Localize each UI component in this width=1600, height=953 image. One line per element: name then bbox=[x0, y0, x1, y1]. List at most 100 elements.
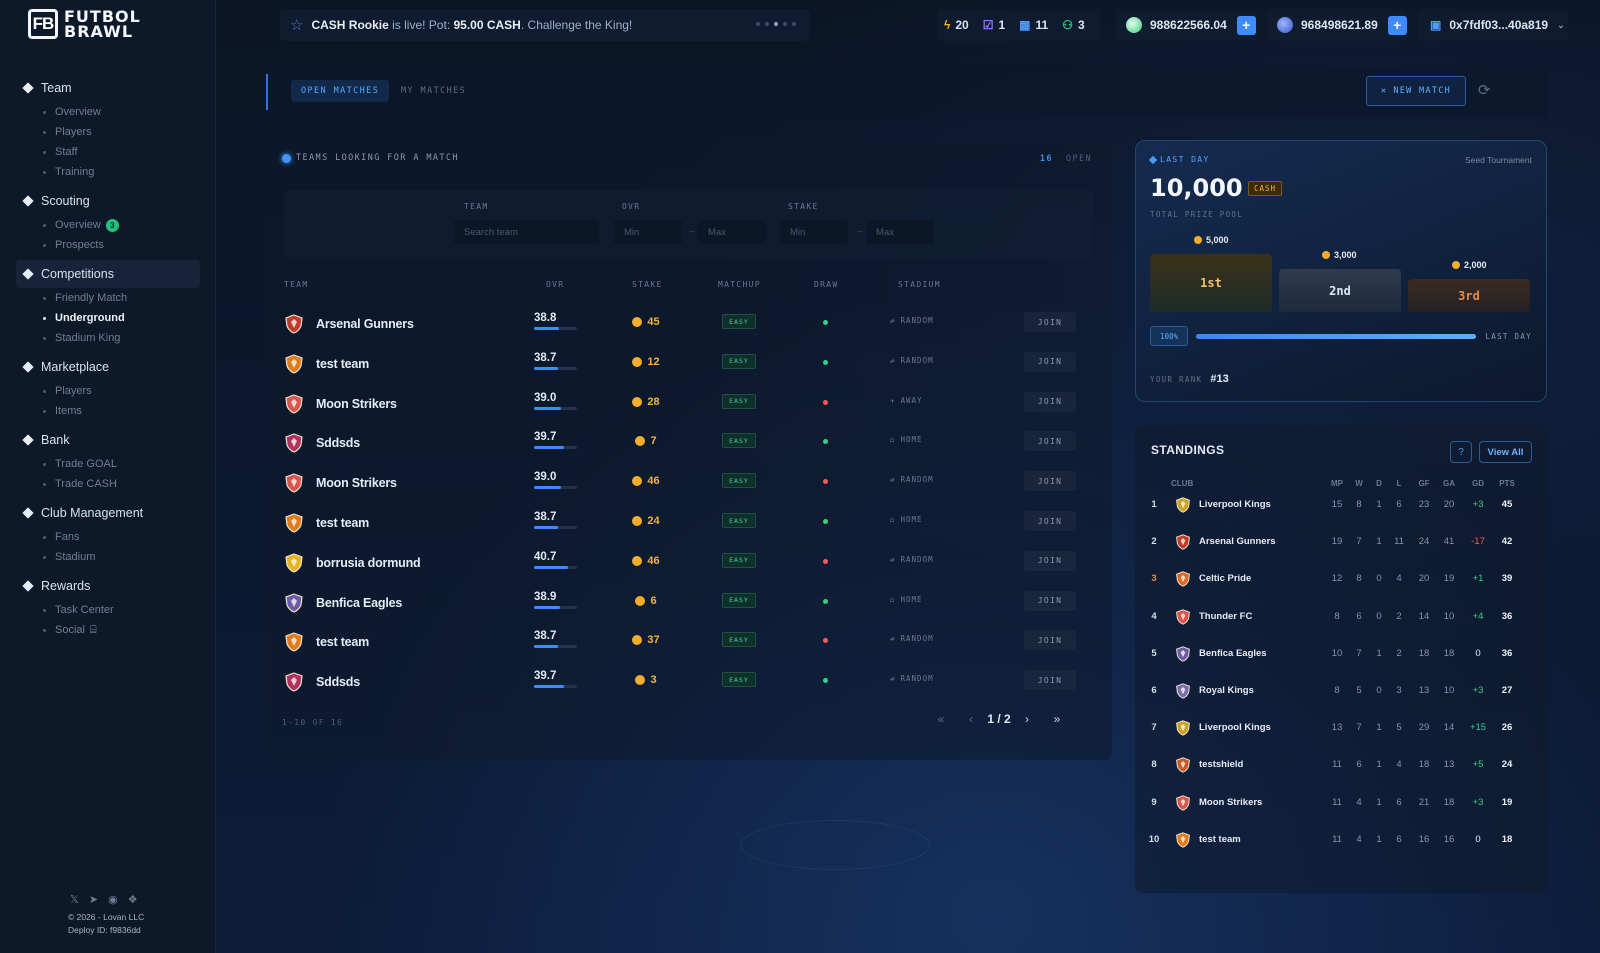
table-row[interactable]: test team 38.7 37 EASY ⇄ RANDOM JOIN bbox=[266, 626, 1112, 666]
nav-item-friendly-match[interactable]: Friendly Match bbox=[16, 288, 200, 308]
standings-row[interactable]: 8 testshield 11 6 1 4 18 13 +5 24 bbox=[1135, 747, 1547, 785]
nav-item-prospects[interactable]: Prospects bbox=[16, 235, 200, 255]
help-icon[interactable]: ? bbox=[1450, 441, 1472, 463]
stat-l: 4 bbox=[1396, 759, 1402, 771]
nav-item-overview[interactable]: Overview bbox=[16, 102, 200, 122]
nav-section-team[interactable]: Team bbox=[16, 74, 200, 102]
nav-section-label: Bank bbox=[41, 433, 70, 447]
join-button[interactable]: JOIN bbox=[1024, 550, 1076, 571]
join-button[interactable]: JOIN bbox=[1024, 351, 1076, 372]
standings-row[interactable]: 2 Arsenal Gunners 19 7 1 11 24 41 -17 42 bbox=[1135, 524, 1547, 562]
discord-icon[interactable]: ◉ bbox=[108, 893, 118, 906]
nav-item-items[interactable]: Items bbox=[16, 401, 200, 421]
nav-section-competitions[interactable]: Competitions bbox=[16, 260, 200, 288]
nav-section-rewards[interactable]: Rewards bbox=[16, 572, 200, 600]
standings-row[interactable]: 6 Royal Kings 8 5 0 3 13 10 +3 27 bbox=[1135, 673, 1547, 711]
next-page-icon[interactable]: › bbox=[1012, 712, 1042, 726]
join-button[interactable]: JOIN bbox=[1024, 391, 1076, 412]
join-button[interactable]: JOIN bbox=[1024, 630, 1076, 651]
nav-section-bank[interactable]: Bank bbox=[16, 426, 200, 454]
draw-indicator bbox=[823, 320, 828, 325]
nav-item-fans[interactable]: Fans bbox=[16, 527, 200, 547]
new-match-button[interactable]: ✕ NEW MATCH bbox=[1366, 76, 1466, 106]
table-row[interactable]: Arsenal Gunners 38.8 45 EASY ⇄ RANDOM JOIN bbox=[266, 308, 1112, 348]
friends-stat[interactable]: ⚇ 3 bbox=[1062, 18, 1084, 32]
join-button[interactable]: JOIN bbox=[1024, 590, 1076, 611]
table-row[interactable]: Sddsds 39.7 7 EASY ⌂ HOME JOIN bbox=[266, 427, 1112, 467]
tab-my-matches[interactable]: MY MATCHES bbox=[391, 80, 476, 102]
nav-item-players[interactable]: Players bbox=[16, 381, 200, 401]
ovr-min-input[interactable] bbox=[614, 220, 682, 244]
stat-w: 5 bbox=[1356, 685, 1362, 696]
stake-value: 46 bbox=[647, 554, 660, 567]
nav-section: Marketplace Players Items bbox=[16, 353, 200, 421]
table-row[interactable]: test team 38.7 12 EASY ⇄ RANDOM JOIN bbox=[266, 348, 1112, 388]
first-page-icon[interactable]: « bbox=[926, 712, 956, 726]
nav-item-social[interactable]: Social ⌸ bbox=[16, 620, 200, 640]
diamond-icon bbox=[22, 580, 34, 592]
x-icon[interactable]: 𝕏 bbox=[70, 893, 79, 906]
nav-item-stadium-king[interactable]: Stadium King bbox=[16, 328, 200, 348]
add-cash-button[interactable]: + bbox=[1387, 15, 1407, 35]
standings-row[interactable]: 9 Moon Strikers 11 4 1 6 21 18 +3 19 bbox=[1135, 785, 1547, 823]
prize-currency-badge: CASH bbox=[1248, 181, 1283, 196]
table-row[interactable]: borrusia dormund 40.7 46 EASY ⇄ RANDOM JOIN bbox=[266, 547, 1112, 587]
table-row[interactable]: Sddsds 39.7 3 EASY ⇄ RANDOM JOIN bbox=[266, 666, 1112, 706]
nav-item-trade-cash[interactable]: Trade CASH bbox=[16, 474, 200, 494]
stake-max-input[interactable] bbox=[866, 220, 934, 244]
telegram-icon[interactable]: ➤ bbox=[89, 893, 98, 906]
ovr-bar bbox=[534, 327, 577, 330]
nav-item-trade-goal[interactable]: Trade GOAL bbox=[16, 454, 200, 474]
logo[interactable]: FB FUTBOL BRAWL bbox=[28, 9, 141, 40]
join-button[interactable]: JOIN bbox=[1024, 471, 1076, 492]
nav-section-club-management[interactable]: Club Management bbox=[16, 499, 200, 527]
table-row[interactable]: Moon Strikers 39.0 28 EASY ✈ AWAY JOIN bbox=[266, 388, 1112, 428]
nav-section-marketplace[interactable]: Marketplace bbox=[16, 353, 200, 381]
stake-min-input[interactable] bbox=[780, 220, 848, 244]
table-row[interactable]: Moon Strikers 39.0 46 EASY ⇄ RANDOM JOIN bbox=[266, 467, 1112, 507]
gitbook-icon[interactable]: ❖ bbox=[128, 893, 138, 906]
last-page-icon[interactable]: » bbox=[1042, 712, 1072, 726]
join-button[interactable]: JOIN bbox=[1024, 511, 1076, 531]
gifts-stat[interactable]: ▦ 11 bbox=[1019, 18, 1048, 32]
nav-section-scouting[interactable]: Scouting bbox=[16, 187, 200, 215]
nav-item-underground[interactable]: Underground bbox=[16, 308, 200, 328]
tab-open-matches[interactable]: OPEN MATCHES bbox=[291, 80, 390, 102]
join-button[interactable]: JOIN bbox=[1024, 431, 1076, 452]
nav-item-training[interactable]: Training bbox=[16, 162, 200, 182]
join-button[interactable]: JOIN bbox=[1024, 312, 1076, 332]
wallet-button[interactable]: ▣ 0x7fdf03...40a819 ⌄ bbox=[1418, 9, 1568, 41]
ticker-pagination[interactable] bbox=[756, 22, 796, 26]
club-name: testshield bbox=[1199, 759, 1244, 771]
search-team-input[interactable] bbox=[454, 220, 599, 244]
standings-row[interactable]: 10 test team 11 4 1 6 16 16 0 18 bbox=[1135, 822, 1547, 860]
refresh-icon[interactable]: ⟳ bbox=[1478, 81, 1491, 99]
announcement-ticker[interactable]: ☆ CASH Rookie is live! Pot: 95.00 CASH. … bbox=[280, 9, 810, 41]
open-count: 16 OPEN bbox=[1040, 154, 1092, 164]
stat-pts: 19 bbox=[1501, 796, 1513, 808]
energy-stat[interactable]: ϟ 20 bbox=[944, 18, 969, 32]
prev-page-icon[interactable]: ‹ bbox=[956, 712, 986, 726]
teams-panel-title: TEAMS LOOKING FOR A MATCH bbox=[296, 153, 459, 163]
coin-icon bbox=[632, 516, 643, 526]
standings-row[interactable]: 1 Liverpool Kings 15 8 1 6 23 20 +3 45 bbox=[1135, 487, 1547, 525]
nav-item-overview[interactable]: Overview 3 bbox=[16, 215, 200, 235]
nav-item-staff[interactable]: Staff bbox=[16, 142, 200, 162]
nav-item-label: Trade GOAL bbox=[55, 458, 117, 470]
tasks-stat[interactable]: ☑ 1 bbox=[983, 18, 1005, 32]
standings-row[interactable]: 5 Benfica Eagles 10 7 1 2 18 18 0 36 bbox=[1135, 636, 1547, 674]
nav-item-players[interactable]: Players bbox=[16, 122, 200, 142]
table-row[interactable]: Benfica Eagles 38.9 6 EASY ⌂ HOME JOIN bbox=[266, 587, 1112, 627]
view-all-button[interactable]: View All bbox=[1479, 441, 1532, 463]
join-button[interactable]: JOIN bbox=[1024, 670, 1076, 691]
stadium-label: HOME bbox=[900, 594, 923, 604]
standings-row[interactable]: 4 Thunder FC 8 6 0 2 14 10 +4 36 bbox=[1135, 599, 1547, 637]
team-crest-icon bbox=[284, 354, 304, 374]
standings-row[interactable]: 7 Liverpool Kings 13 7 1 5 29 14 +15 26 bbox=[1135, 710, 1547, 748]
nav-item-stadium[interactable]: Stadium bbox=[16, 547, 200, 567]
nav-item-task-center[interactable]: Task Center bbox=[16, 600, 200, 620]
table-row[interactable]: test team 38.7 24 EASY ⌂ HOME JOIN bbox=[266, 507, 1112, 547]
ovr-max-input[interactable] bbox=[698, 220, 766, 244]
standings-row[interactable]: 3 Celtic Pride 12 8 0 4 20 19 +1 39 bbox=[1135, 561, 1547, 599]
add-goal-button[interactable]: + bbox=[1236, 15, 1256, 35]
